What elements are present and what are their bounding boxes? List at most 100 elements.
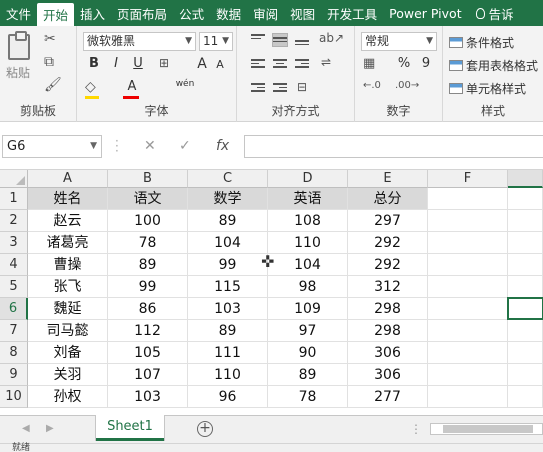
table-cell[interactable]: 297 (348, 210, 428, 232)
table-cell[interactable] (508, 210, 543, 232)
table-cell[interactable] (508, 320, 543, 342)
wrap-text-icon[interactable]: ⇌ (321, 55, 331, 69)
align-center-icon[interactable] (273, 59, 287, 71)
table-header-cell[interactable] (508, 188, 543, 210)
table-cell[interactable]: 刘备 (28, 342, 108, 364)
percent-button[interactable]: % (395, 56, 413, 71)
table-header-cell[interactable]: 语文 (108, 188, 188, 210)
horizontal-scrollbar[interactable] (430, 423, 543, 435)
tab-formulas[interactable]: 公式 (173, 0, 210, 26)
font-name-dropdown[interactable]: 微软雅黑 ▼ (83, 32, 196, 51)
tab-insert[interactable]: 插入 (74, 0, 111, 26)
table-cell[interactable]: 110 (188, 364, 268, 386)
table-cell[interactable]: 78 (268, 386, 348, 408)
copy-icon[interactable]: ⧉ (44, 54, 54, 70)
tell-me-search[interactable]: 告诉 (470, 0, 520, 26)
table-cell[interactable]: 赵云 (28, 210, 108, 232)
table-cell[interactable]: 99 (188, 254, 268, 276)
table-cell[interactable]: 103 (108, 386, 188, 408)
table-cell[interactable]: 104 (188, 232, 268, 254)
table-cell[interactable]: 115 (188, 276, 268, 298)
column-header-f[interactable]: F (428, 170, 508, 188)
table-cell[interactable]: 89 (188, 210, 268, 232)
table-cell[interactable] (508, 386, 543, 408)
number-format-dropdown[interactable]: 常规 ▼ (361, 32, 437, 51)
align-right-icon[interactable] (295, 59, 309, 71)
border-icon[interactable]: ⊞ (159, 56, 169, 70)
sheet-tab-sheet1[interactable]: Sheet1 (96, 415, 164, 441)
column-header-g[interactable] (508, 170, 543, 188)
table-cell[interactable]: 292 (348, 254, 428, 276)
table-cell[interactable]: 105 (108, 342, 188, 364)
table-header-cell[interactable]: 数学 (188, 188, 268, 210)
table-cell[interactable]: 诸葛亮 (28, 232, 108, 254)
table-cell[interactable] (428, 210, 508, 232)
format-painter-icon[interactable]: 🖌 (44, 77, 62, 93)
table-cell[interactable]: 298 (348, 320, 428, 342)
tab-file[interactable]: 文件 (0, 0, 37, 26)
row-header-4[interactable]: 4 (0, 254, 28, 276)
currency-icon[interactable]: ▦ (363, 56, 375, 71)
table-cell[interactable] (508, 254, 543, 276)
table-cell[interactable]: 99 (108, 276, 188, 298)
decrease-font-button[interactable]: A (211, 58, 229, 71)
tab-power-pivot[interactable]: Power Pivot (383, 0, 467, 26)
table-cell[interactable]: 104 (268, 254, 348, 276)
column-header-d[interactable]: D (268, 170, 348, 188)
row-header-7[interactable]: 7 (0, 320, 28, 342)
table-cell[interactable]: 306 (348, 342, 428, 364)
row-header-3[interactable]: 3 (0, 232, 28, 254)
table-cell[interactable]: 103 (188, 298, 268, 320)
increase-font-button[interactable]: A (193, 56, 211, 72)
row-header-1[interactable]: 1 (0, 188, 28, 210)
cut-icon[interactable]: ✂ (44, 31, 56, 47)
column-header-c[interactable]: C (188, 170, 268, 188)
italic-button[interactable]: I (107, 56, 125, 71)
row-header-8[interactable]: 8 (0, 342, 28, 364)
table-cell[interactable]: 89 (268, 364, 348, 386)
table-cell[interactable] (508, 276, 543, 298)
row-header-10[interactable]: 10 (0, 386, 28, 408)
orientation-icon[interactable]: ab↗ (319, 31, 344, 45)
next-sheet-icon[interactable]: ▶ (46, 423, 54, 434)
row-header-6[interactable]: 6 (0, 298, 28, 320)
paste-icon[interactable] (8, 31, 30, 60)
decrease-decimal-icon[interactable]: .00→ (395, 80, 419, 91)
tab-developer[interactable]: 开发工具 (321, 0, 383, 26)
row-header-5[interactable]: 5 (0, 276, 28, 298)
table-cell[interactable] (508, 232, 543, 254)
table-cell[interactable] (428, 232, 508, 254)
table-cell[interactable]: 109 (268, 298, 348, 320)
table-cell[interactable] (428, 342, 508, 364)
table-cell[interactable] (428, 298, 508, 320)
table-cell[interactable]: 97 (268, 320, 348, 342)
table-cell[interactable]: 魏延 (28, 298, 108, 320)
prev-sheet-icon[interactable]: ◀ (22, 423, 30, 434)
tab-home[interactable]: 开始 (37, 3, 75, 26)
enter-icon[interactable]: ✓ (179, 138, 191, 154)
table-cell[interactable]: 78 (108, 232, 188, 254)
cell-styles-button[interactable]: 单元格样式 (449, 80, 526, 97)
table-cell[interactable]: 292 (348, 232, 428, 254)
table-cell[interactable]: 312 (348, 276, 428, 298)
table-cell[interactable]: 90 (268, 342, 348, 364)
table-cell[interactable] (428, 276, 508, 298)
table-cell[interactable]: 张飞 (28, 276, 108, 298)
table-cell[interactable]: 司马懿 (28, 320, 108, 342)
conditional-format-button[interactable]: 条件格式 (449, 34, 514, 51)
table-cell[interactable]: 关羽 (28, 364, 108, 386)
table-cell[interactable]: 100 (108, 210, 188, 232)
tab-page-layout[interactable]: 页面布局 (111, 0, 173, 26)
table-cell[interactable] (428, 320, 508, 342)
table-cell[interactable]: 89 (188, 320, 268, 342)
table-cell[interactable] (508, 364, 543, 386)
table-cell[interactable]: 98 (268, 276, 348, 298)
table-cell[interactable]: 86 (108, 298, 188, 320)
column-header-b[interactable]: B (108, 170, 188, 188)
merge-center-icon[interactable]: ⊟ (297, 80, 307, 94)
table-cell[interactable]: 306 (348, 364, 428, 386)
table-cell[interactable] (508, 342, 543, 364)
row-header-2[interactable]: 2 (0, 210, 28, 232)
formula-input[interactable] (244, 135, 543, 158)
table-cell[interactable]: 96 (188, 386, 268, 408)
